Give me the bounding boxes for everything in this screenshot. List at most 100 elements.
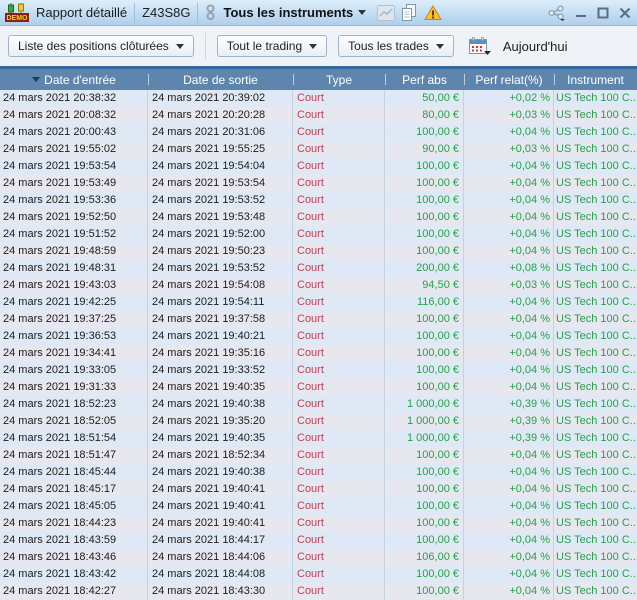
chart-view-icon[interactable] xyxy=(377,4,396,21)
cell-instrument: US Tech 100 C... xyxy=(556,262,637,274)
table-row[interactable]: 24 mars 2021 18:45:17 24 mars 2021 19:40… xyxy=(0,481,637,498)
cell-entry-date: 24 mars 2021 19:53:54 xyxy=(0,158,148,175)
trades-filter-dropdown[interactable]: Tous les trades xyxy=(338,35,454,57)
column-header-perf-abs[interactable]: Perf abs xyxy=(385,69,464,90)
column-header-label: Instrument xyxy=(567,72,624,87)
table-row[interactable]: 24 mars 2021 18:52:23 24 mars 2021 19:40… xyxy=(0,396,637,413)
cell-exit-date: 24 mars 2021 19:52:00 xyxy=(148,226,293,243)
chevron-down-icon xyxy=(175,43,184,49)
cell-perf-rel: +0,04 % xyxy=(464,498,554,515)
cell-perf-rel: +0,39 % xyxy=(464,396,554,413)
cell-entry-date: 24 mars 2021 18:45:05 xyxy=(0,498,148,515)
table-row[interactable]: 24 mars 2021 18:43:42 24 mars 2021 18:44… xyxy=(0,566,637,583)
table-row[interactable]: 24 mars 2021 19:37:25 24 mars 2021 19:37… xyxy=(0,311,637,328)
cell-entry-date: 24 mars 2021 18:43:59 xyxy=(0,532,148,549)
table-row[interactable]: 24 mars 2021 18:51:47 24 mars 2021 18:52… xyxy=(0,447,637,464)
share-button[interactable] xyxy=(548,4,566,21)
table-row[interactable]: 24 mars 2021 19:34:41 24 mars 2021 19:35… xyxy=(0,345,637,362)
table-row[interactable]: 24 mars 2021 19:53:36 24 mars 2021 19:53… xyxy=(0,192,637,209)
cell-instrument: US Tech 100 C... xyxy=(556,364,637,376)
cell-type: Court xyxy=(293,209,385,226)
column-header-perf-rel[interactable]: Perf relat(%) xyxy=(464,69,554,90)
cell-exit-date: 24 mars 2021 19:54:04 xyxy=(148,158,293,175)
cell-entry-date: 24 mars 2021 19:36:53 xyxy=(0,328,148,345)
table-row[interactable]: 24 mars 2021 18:42:27 24 mars 2021 18:43… xyxy=(0,583,637,600)
minimize-button[interactable] xyxy=(573,5,588,20)
table-row[interactable]: 24 mars 2021 18:52:05 24 mars 2021 19:35… xyxy=(0,413,637,430)
filter-toolbar: Liste des positions clôturées Tout le tr… xyxy=(0,26,637,66)
cell-perf-rel: +0,04 % xyxy=(464,583,554,600)
cell-exit-date: 24 mars 2021 19:53:54 xyxy=(148,175,293,192)
instrument-filter-dropdown[interactable]: Tous les instruments xyxy=(223,5,367,20)
cell-instrument: US Tech 100 C... xyxy=(556,432,637,444)
table-row[interactable]: 24 mars 2021 18:51:54 24 mars 2021 19:40… xyxy=(0,430,637,447)
cell-instrument: US Tech 100 C... xyxy=(556,398,637,410)
cell-instrument: US Tech 100 C... xyxy=(556,466,637,478)
cell-type: Court xyxy=(293,345,385,362)
column-header-instrument[interactable]: Instrument xyxy=(554,69,637,90)
cell-perf-abs: 100,00 € xyxy=(385,226,464,243)
link-windows-icon[interactable] xyxy=(205,4,216,21)
cell-perf-abs: 116,00 € xyxy=(385,294,464,311)
table-row[interactable]: 24 mars 2021 18:44:23 24 mars 2021 19:40… xyxy=(0,515,637,532)
table-row[interactable]: 24 mars 2021 19:33:05 24 mars 2021 19:33… xyxy=(0,362,637,379)
cell-perf-abs: 100,00 € xyxy=(385,532,464,549)
table-row[interactable]: 24 mars 2021 19:53:54 24 mars 2021 19:54… xyxy=(0,158,637,175)
cell-perf-rel: +0,04 % xyxy=(464,192,554,209)
table-row[interactable]: 24 mars 2021 18:43:59 24 mars 2021 18:44… xyxy=(0,532,637,549)
table-row[interactable]: 24 mars 2021 18:45:05 24 mars 2021 19:40… xyxy=(0,498,637,515)
cell-perf-rel: +0,04 % xyxy=(464,294,554,311)
table-row[interactable]: 24 mars 2021 19:42:25 24 mars 2021 19:54… xyxy=(0,294,637,311)
column-header-entry-date[interactable]: Date d'entrée xyxy=(0,69,148,90)
cell-perf-abs: 100,00 € xyxy=(385,311,464,328)
cell-exit-date: 24 mars 2021 18:44:06 xyxy=(148,549,293,566)
table-row[interactable]: 24 mars 2021 19:43:03 24 mars 2021 19:54… xyxy=(0,277,637,294)
cell-exit-date: 24 mars 2021 20:20:28 xyxy=(148,107,293,124)
column-header-exit-date[interactable]: Date de sortie xyxy=(148,69,293,90)
table-row[interactable]: 24 mars 2021 20:08:32 24 mars 2021 20:20… xyxy=(0,107,637,124)
cell-entry-date: 24 mars 2021 19:34:41 xyxy=(0,345,148,362)
cell-type: Court xyxy=(293,124,385,141)
cell-exit-date: 24 mars 2021 19:53:48 xyxy=(148,209,293,226)
cell-instrument: US Tech 100 C... xyxy=(556,279,637,291)
table-row[interactable]: 24 mars 2021 19:55:02 24 mars 2021 19:55… xyxy=(0,141,637,158)
cell-exit-date: 24 mars 2021 19:53:52 xyxy=(148,260,293,277)
cell-type: Court xyxy=(293,192,385,209)
table-row[interactable]: 24 mars 2021 19:48:31 24 mars 2021 19:53… xyxy=(0,260,637,277)
cell-instrument: US Tech 100 C... xyxy=(556,211,637,223)
cell-exit-date: 24 mars 2021 19:33:52 xyxy=(148,362,293,379)
warning-icon[interactable] xyxy=(424,4,443,21)
column-header-type[interactable]: Type xyxy=(293,69,385,90)
cell-type: Court xyxy=(293,566,385,583)
cell-entry-date: 24 mars 2021 18:45:44 xyxy=(0,464,148,481)
titlebar-separator xyxy=(134,2,136,23)
cell-perf-rel: +0,04 % xyxy=(464,209,554,226)
table-row[interactable]: 24 mars 2021 19:53:49 24 mars 2021 19:53… xyxy=(0,175,637,192)
table-row[interactable]: 24 mars 2021 18:43:46 24 mars 2021 18:44… xyxy=(0,549,637,566)
maximize-button[interactable] xyxy=(595,5,610,20)
trading-filter-dropdown[interactable]: Tout le trading xyxy=(216,35,328,57)
close-button[interactable] xyxy=(617,5,632,20)
table-row[interactable]: 24 mars 2021 19:48:59 24 mars 2021 19:50… xyxy=(0,243,637,260)
table-row[interactable]: 24 mars 2021 20:38:32 24 mars 2021 20:39… xyxy=(0,90,637,107)
cell-exit-date: 24 mars 2021 19:54:11 xyxy=(148,294,293,311)
view-selector-dropdown[interactable]: Liste des positions clôturées xyxy=(8,35,194,57)
cell-perf-rel: +0,08 % xyxy=(464,260,554,277)
cell-type: Court xyxy=(293,413,385,430)
table-row[interactable]: 24 mars 2021 18:45:44 24 mars 2021 19:40… xyxy=(0,464,637,481)
calendar-button[interactable] xyxy=(468,36,492,56)
copy-icon[interactable] xyxy=(402,4,417,21)
cell-instrument: US Tech 100 C... xyxy=(556,585,637,597)
cell-perf-abs: 100,00 € xyxy=(385,243,464,260)
cell-entry-date: 24 mars 2021 20:08:32 xyxy=(0,107,148,124)
table-row[interactable]: 24 mars 2021 20:00:43 24 mars 2021 20:31… xyxy=(0,124,637,141)
cell-perf-abs: 200,00 € xyxy=(385,260,464,277)
table-row[interactable]: 24 mars 2021 19:52:50 24 mars 2021 19:53… xyxy=(0,209,637,226)
sort-descending-icon xyxy=(32,77,41,82)
table-row[interactable]: 24 mars 2021 19:36:53 24 mars 2021 19:40… xyxy=(0,328,637,345)
cell-type: Court xyxy=(293,532,385,549)
table-row[interactable]: 24 mars 2021 19:31:33 24 mars 2021 19:40… xyxy=(0,379,637,396)
table-row[interactable]: 24 mars 2021 19:51:52 24 mars 2021 19:52… xyxy=(0,226,637,243)
titlebar: DEMO Rapport détaillé Z43S8G Tous les in… xyxy=(0,0,637,26)
cell-perf-abs: 100,00 € xyxy=(385,379,464,396)
